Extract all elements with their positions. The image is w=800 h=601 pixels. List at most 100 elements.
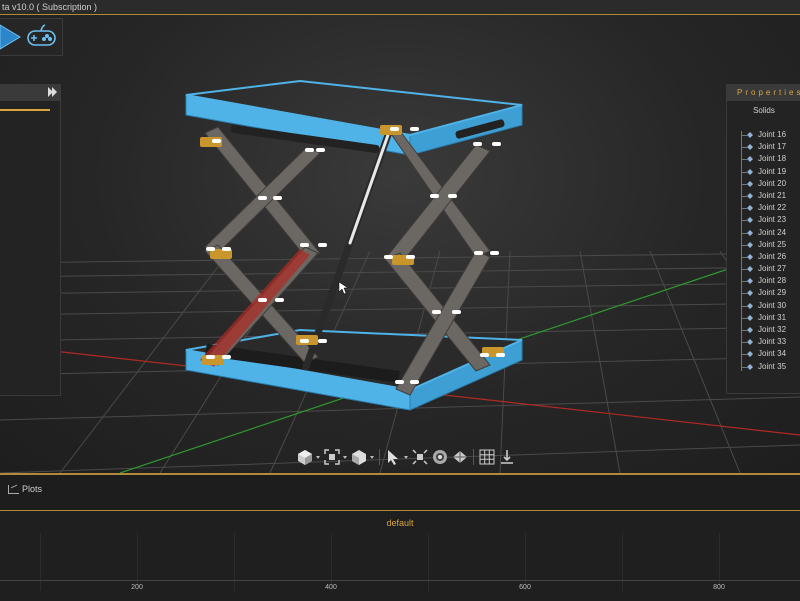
- plot-gridline: [331, 533, 332, 591]
- tree-item-joint[interactable]: Joint 20: [727, 178, 800, 190]
- toolbar-separator: [379, 449, 380, 465]
- joint-label: Joint 31: [758, 312, 787, 322]
- 3d-viewport[interactable]: [0, 15, 800, 473]
- fit-view-icon[interactable]: [323, 448, 341, 466]
- tree-item-joint[interactable]: Joint 23: [727, 214, 800, 226]
- joint-icon: [747, 363, 753, 370]
- joint-icon: [747, 302, 753, 309]
- tree-item-joint[interactable]: Joint 24: [727, 227, 800, 239]
- left-panel-accent: [0, 109, 50, 111]
- joint-icon: [747, 278, 753, 285]
- mouse-cursor-icon: [338, 281, 349, 295]
- joint-icon: [747, 156, 753, 163]
- joint-icon: [747, 180, 753, 187]
- select-dropdown-icon[interactable]: [404, 448, 409, 466]
- properties-panel: Properties Solids Joint 16 Joint 17 Joint …: [726, 84, 800, 394]
- joint-icon: [747, 327, 753, 333]
- plot-gridline: [137, 533, 138, 591]
- x-tick-label: 800: [713, 584, 725, 591]
- plot-gridline: [234, 533, 235, 591]
- properties-title: Properties: [727, 85, 800, 101]
- tree-item-joint[interactable]: Joint 25: [727, 239, 800, 251]
- tree-item-joint[interactable]: Joint 32: [727, 324, 800, 336]
- tree-item-joint[interactable]: Joint 26: [727, 251, 800, 263]
- joint-icon: [747, 168, 753, 175]
- expand-icon[interactable]: [52, 87, 57, 97]
- tree-item-joint[interactable]: Joint 30: [727, 300, 800, 312]
- tree-item-joint[interactable]: Joint 16: [727, 129, 800, 141]
- scene-canvas[interactable]: [0, 15, 800, 473]
- joint-label: Joint 35: [758, 361, 787, 371]
- title-bar: ta v10.0 ( Subscription ): [0, 0, 800, 15]
- joint-icon: [747, 290, 753, 297]
- joint-icon: [747, 192, 753, 199]
- scissor-lift-model[interactable]: [185, 79, 523, 411]
- joint-label: Joint 33: [758, 337, 787, 347]
- tree-item-joint[interactable]: Joint 33: [727, 336, 800, 348]
- tab-plots[interactable]: Plots: [6, 482, 42, 496]
- joint-label: Joint 29: [758, 288, 787, 298]
- joint-icon: [747, 217, 753, 224]
- tree-item-joint[interactable]: Joint 18: [727, 153, 800, 165]
- tree-item-joint[interactable]: Joint 34: [727, 348, 800, 360]
- select-pointer-icon[interactable]: [384, 448, 402, 466]
- tree-item-joint[interactable]: Joint 19: [727, 166, 800, 178]
- bottom-accent: [0, 473, 800, 475]
- joint-icon: [747, 132, 753, 138]
- plot-x-axis: [0, 580, 800, 581]
- play-icon: [0, 24, 21, 50]
- joint-label: Joint 17: [758, 142, 787, 152]
- joint-label: Joint 18: [758, 154, 787, 164]
- joint-icon: [747, 314, 753, 321]
- left-panel: [0, 84, 61, 396]
- joint-label: Joint 20: [758, 178, 787, 188]
- shading-icon[interactable]: [350, 448, 368, 466]
- joint-label: Joint 23: [758, 215, 787, 225]
- explode-view-icon[interactable]: [411, 448, 429, 466]
- joint-label: Joint 26: [758, 251, 787, 261]
- joint-label: Joint 27: [758, 264, 787, 274]
- ground-align-icon[interactable]: [498, 448, 516, 466]
- joint-tree: Joint 16 Joint 17 Joint 18 Joint 19 Joint 20…: [727, 129, 800, 373]
- plot-icon: [8, 485, 19, 494]
- tree-item-joint[interactable]: Joint 21: [727, 190, 800, 202]
- plot-title: default: [386, 518, 414, 528]
- render-sphere-icon[interactable]: [431, 448, 449, 466]
- tree-item-joint[interactable]: Joint 31: [727, 312, 800, 324]
- view-toolbar: [296, 446, 516, 468]
- window-title: ta v10.0 ( Subscription ): [2, 2, 98, 12]
- joint-icon: [747, 253, 753, 260]
- view-cube-icon[interactable]: [296, 448, 314, 466]
- mesh-icon[interactable]: [451, 448, 469, 466]
- x-tick-label: 200: [131, 584, 143, 591]
- toolbar-separator: [473, 449, 474, 465]
- tree-item-joint[interactable]: Joint 35: [727, 361, 800, 373]
- plot-area[interactable]: default 200 400 600 800: [0, 510, 800, 601]
- shading-dropdown-icon[interactable]: [370, 448, 375, 466]
- tree-item-joint[interactable]: Joint 22: [727, 202, 800, 214]
- x-tick-label: 600: [519, 584, 531, 591]
- tab-plots-label: Plots: [22, 484, 43, 494]
- joint-label: Joint 16: [758, 130, 787, 139]
- joint-icon: [747, 241, 753, 248]
- joint-label: Joint 32: [758, 325, 787, 334]
- left-panel-header: [0, 85, 60, 101]
- view-cube-dropdown-icon[interactable]: [316, 448, 321, 466]
- joint-label: Joint 28: [758, 276, 787, 286]
- tree-item-joint[interactable]: Joint 27: [727, 263, 800, 275]
- plot-gridline: [525, 533, 526, 591]
- toolbox-icons: [0, 24, 56, 50]
- joint-icon: [747, 205, 753, 212]
- tab-solids[interactable]: Solids: [727, 101, 800, 121]
- joint-label: Joint 25: [758, 239, 787, 249]
- plot-gridline: [719, 533, 720, 591]
- tree-item-joint[interactable]: Joint 17: [727, 141, 800, 153]
- joint-label: Joint 24: [758, 227, 787, 237]
- fit-view-dropdown-icon[interactable]: [343, 448, 348, 466]
- joint-label: Joint 19: [758, 166, 787, 176]
- plot-gridline: [40, 533, 41, 591]
- joint-icon: [747, 229, 753, 236]
- tree-item-joint[interactable]: Joint 29: [727, 287, 800, 299]
- grid-icon[interactable]: [478, 448, 496, 466]
- tree-item-joint[interactable]: Joint 28: [727, 275, 800, 287]
